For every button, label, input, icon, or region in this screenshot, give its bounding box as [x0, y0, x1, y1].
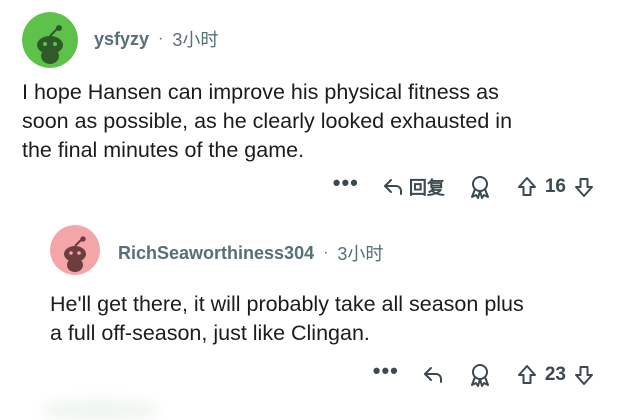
- vote-count: 16: [544, 176, 566, 197]
- user-avatar[interactable]: [50, 225, 100, 275]
- reply-button[interactable]: 回复: [381, 174, 445, 200]
- award-icon: [470, 176, 489, 199]
- comment-body-line: a full off-season, just like Clingan.: [50, 321, 370, 345]
- more-options-icon[interactable]: •••: [373, 358, 399, 384]
- comment-body-line: the final minutes of the game.: [22, 138, 305, 162]
- comment-actions: ••• 回复 16: [333, 170, 596, 202]
- reply-arrow-icon: [383, 179, 402, 195]
- upvote-arrow-icon[interactable]: [515, 175, 539, 199]
- award-button[interactable]: [467, 362, 493, 388]
- award-button[interactable]: [467, 174, 493, 200]
- reply-arrow-icon: [423, 367, 442, 383]
- username[interactable]: ysfyzy: [94, 29, 149, 50]
- comment-body-line: I hope Hansen can improve his physical f…: [22, 80, 499, 104]
- snoo-avatar-icon: [50, 225, 100, 275]
- vote-controls: 23: [515, 363, 596, 387]
- user-avatar[interactable]: [22, 12, 78, 68]
- comment-actions: ••• 23: [373, 358, 596, 390]
- timestamp: 3小时: [337, 244, 384, 264]
- comment-body-line: He'll get there, it will probably take a…: [50, 292, 524, 316]
- reply-label: 回复: [408, 178, 445, 198]
- comment-body: I hope Hansen can improve his physical f…: [22, 78, 512, 165]
- upvote-arrow-icon[interactable]: [515, 363, 539, 387]
- comment-body: He'll get there, it will probably take a…: [50, 290, 524, 348]
- comment-meta: RichSeaworthiness304 · 3小时: [118, 240, 383, 266]
- award-icon: [470, 364, 489, 387]
- comment-meta: ysfyzy · 3小时: [94, 26, 218, 52]
- reply-button[interactable]: [421, 363, 445, 387]
- vote-count: 23: [544, 364, 566, 385]
- vote-controls: 16: [515, 175, 596, 199]
- snoo-avatar-icon: [22, 12, 78, 68]
- more-options-icon[interactable]: •••: [333, 170, 359, 196]
- username[interactable]: RichSeaworthiness304: [118, 243, 314, 264]
- timestamp: 3小时: [172, 30, 219, 50]
- meta-separator: ·: [158, 30, 164, 47]
- downvote-arrow-icon[interactable]: [572, 175, 596, 199]
- meta-separator: ·: [323, 244, 329, 261]
- next-comment-peek: [40, 400, 160, 420]
- downvote-arrow-icon[interactable]: [572, 363, 596, 387]
- comment-body-line: soon as possible, as he clearly looked e…: [22, 109, 513, 133]
